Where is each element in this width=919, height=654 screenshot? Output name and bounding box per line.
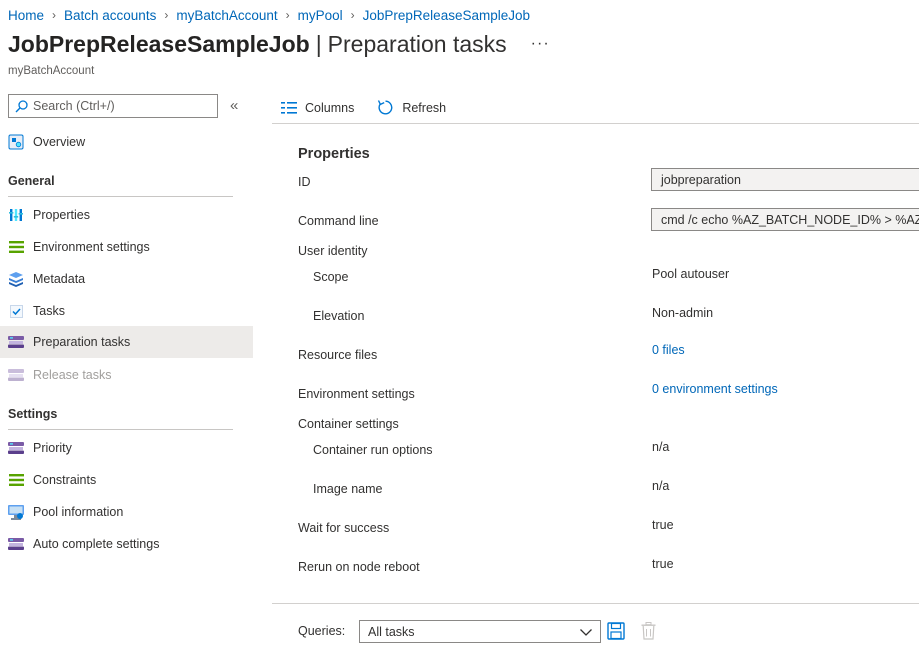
sidebar-item-overview[interactable]: Overview xyxy=(0,126,253,158)
tasks-icon xyxy=(8,303,24,319)
resource-files-label: Resource files xyxy=(298,348,378,362)
overview-icon xyxy=(8,134,24,150)
sidebar-item-label: Pool information xyxy=(33,505,124,519)
search-input[interactable]: Search (Ctrl+/) xyxy=(8,94,218,118)
wait-for-success-value: true xyxy=(652,518,674,532)
sidebar-item-tasks[interactable]: Tasks xyxy=(0,295,253,327)
container-settings-label: Container settings xyxy=(298,417,399,431)
breadcrumb-separator: › xyxy=(350,8,355,22)
command-line-field[interactable]: cmd /c echo %AZ_BATCH_NODE_ID% > %AZ_BAT… xyxy=(651,208,919,231)
container-run-options-label: Container run options xyxy=(313,443,433,457)
delete-query-button xyxy=(641,622,656,643)
sidebar-item-label: Release tasks xyxy=(33,368,112,382)
elevation-label: Elevation xyxy=(313,309,365,323)
properties-section-title: Properties xyxy=(298,146,370,162)
title-separator: | xyxy=(315,31,322,57)
sidebar-item-constraints[interactable]: Constraints xyxy=(0,464,253,496)
scope-value: Pool autouser xyxy=(652,267,730,281)
sidebar-item-label: Preparation tasks xyxy=(33,335,131,349)
divider xyxy=(8,196,233,197)
columns-icon xyxy=(281,101,297,114)
more-options-button[interactable]: ··· xyxy=(531,35,550,53)
refresh-button[interactable]: Refresh xyxy=(377,99,446,116)
properties-icon xyxy=(8,207,24,223)
sidebar-item-preparation-tasks[interactable]: Preparation tasks xyxy=(0,326,253,358)
sidebar-item-label: Overview xyxy=(33,135,86,149)
delete-icon xyxy=(641,622,656,640)
priority-icon xyxy=(8,440,24,456)
release-tasks-icon xyxy=(8,367,24,383)
container-run-options-value: n/a xyxy=(652,440,670,454)
sidebar-item-properties[interactable]: Properties xyxy=(0,199,253,231)
sidebar-item-label: Properties xyxy=(33,208,90,222)
sidebar-item-label: Constraints xyxy=(33,473,97,487)
elevation-value: Non-admin xyxy=(652,306,714,320)
refresh-icon xyxy=(378,100,393,115)
auto-complete-settings-icon xyxy=(8,536,24,552)
environment-settings-icon xyxy=(8,239,24,255)
sidebar-item-metadata[interactable]: Metadata xyxy=(0,263,253,295)
save-icon xyxy=(607,622,625,640)
user-identity-label: User identity xyxy=(298,244,368,258)
sidebar-section-settings: Settings xyxy=(8,407,58,421)
sidebar-item-release-tasks: Release tasks xyxy=(0,359,253,391)
columns-label: Columns xyxy=(305,100,355,115)
breadcrumb-home[interactable]: Home xyxy=(8,8,44,23)
breadcrumb: Home › Batch accounts › myBatchAccount ›… xyxy=(8,6,530,24)
constraints-icon xyxy=(8,472,24,488)
wait-for-success-label: Wait for success xyxy=(298,521,390,535)
sidebar-item-label: Environment settings xyxy=(33,240,150,254)
environment-settings-label: Environment settings xyxy=(298,387,415,401)
page-title-job: JobPrepReleaseSampleJob xyxy=(8,31,310,57)
preparation-tasks-icon xyxy=(8,334,24,350)
metadata-icon xyxy=(8,271,24,287)
breadcrumb-separator: › xyxy=(52,8,57,22)
page-title: JobPrepReleaseSampleJob | Preparation ta… xyxy=(8,31,550,58)
chevron-down-icon xyxy=(580,629,592,636)
save-query-button[interactable] xyxy=(607,622,625,643)
sidebar-item-priority[interactable]: Priority xyxy=(0,432,253,464)
id-label: ID xyxy=(298,175,311,189)
collapse-sidebar-button[interactable]: « xyxy=(230,97,238,114)
sidebar-item-label: Priority xyxy=(33,441,72,455)
breadcrumb-separator: › xyxy=(164,8,169,22)
divider xyxy=(8,429,233,430)
sidebar-item-label: Auto complete settings xyxy=(33,537,160,551)
scope-label: Scope xyxy=(313,270,349,284)
page-subtitle-account: myBatchAccount xyxy=(8,65,95,77)
command-bar: Columns Refresh xyxy=(272,92,919,124)
command-line-label: Command line xyxy=(298,214,379,228)
sidebar-item-environment-settings[interactable]: Environment settings xyxy=(0,231,253,263)
queries-selected-value: All tasks xyxy=(368,624,415,639)
columns-button[interactable]: Columns xyxy=(281,101,354,115)
search-icon xyxy=(15,99,28,112)
rerun-on-node-reboot-value: true xyxy=(652,557,674,571)
sidebar-item-auto-complete-settings[interactable]: Auto complete settings xyxy=(0,528,253,560)
image-name-label: Image name xyxy=(313,482,383,496)
rerun-on-node-reboot-label: Rerun on node reboot xyxy=(298,560,420,574)
refresh-label: Refresh xyxy=(402,100,447,115)
breadcrumb-pool[interactable]: myPool xyxy=(298,8,343,23)
breadcrumb-batch-accounts[interactable]: Batch accounts xyxy=(64,8,156,23)
sidebar-item-pool-information[interactable]: Pool information xyxy=(0,496,253,528)
sidebar-section-general: General xyxy=(8,174,55,188)
breadcrumb-separator: › xyxy=(285,8,290,22)
divider xyxy=(272,603,919,604)
page-title-blade: Preparation tasks xyxy=(327,31,507,57)
image-name-value: n/a xyxy=(652,479,670,493)
queries-label: Queries: xyxy=(298,624,346,638)
pool-information-icon xyxy=(8,504,24,520)
sidebar-item-label: Metadata xyxy=(33,272,86,286)
queries-dropdown[interactable]: All tasks xyxy=(359,620,601,643)
breadcrumb-batch-account[interactable]: myBatchAccount xyxy=(176,8,277,23)
id-field[interactable]: jobpreparation xyxy=(651,168,919,191)
search-placeholder: Search (Ctrl+/) xyxy=(33,99,115,113)
resource-files-link[interactable]: 0 files xyxy=(652,343,685,357)
sidebar-item-label: Tasks xyxy=(33,304,65,318)
breadcrumb-job[interactable]: JobPrepReleaseSampleJob xyxy=(363,8,530,23)
environment-settings-link[interactable]: 0 environment settings xyxy=(652,382,778,396)
